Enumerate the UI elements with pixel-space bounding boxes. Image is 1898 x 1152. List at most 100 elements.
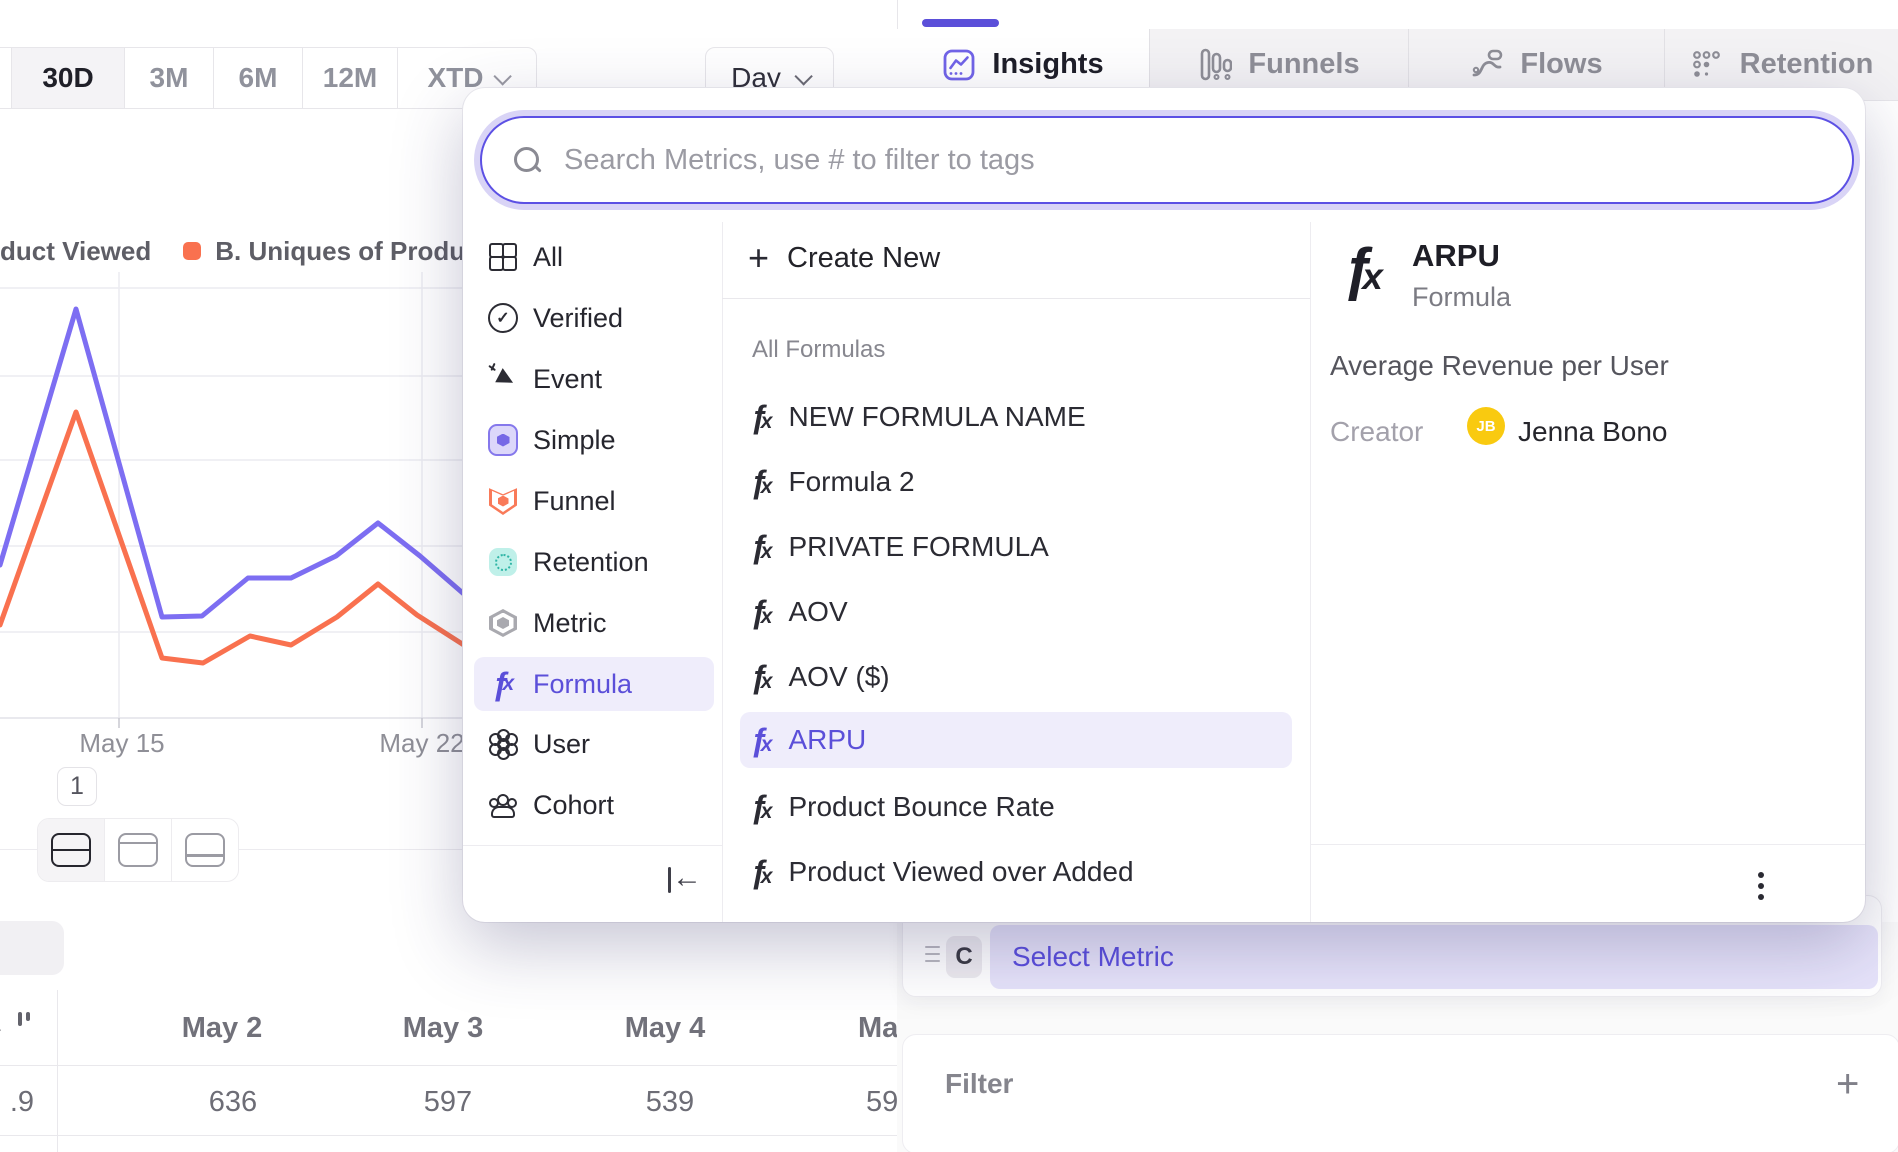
category-label: Verified: [533, 303, 623, 334]
sidebar-item-verified[interactable]: ✓ Verified: [474, 291, 714, 345]
sidebar-item-metric[interactable]: Metric: [474, 596, 714, 650]
fx-icon: ƒx: [750, 789, 772, 826]
formula-item[interactable]: ƒx PRIVATE FORMULA: [740, 519, 1292, 575]
retention-icon: [1690, 48, 1724, 82]
formula-label: AOV: [788, 596, 847, 628]
page-number-button[interactable]: 1: [57, 767, 97, 806]
sort-descending-icon[interactable]: ↓: [0, 1004, 48, 1048]
tab-label: Retention: [1740, 48, 1874, 81]
table-header-may2[interactable]: May 2: [182, 1012, 263, 1045]
create-new-label: Create New: [787, 242, 940, 275]
category-label: Metric: [533, 608, 607, 639]
app-window: 30D 3M 6M 12M XTD Day Insights: [0, 0, 1898, 1152]
x-tick-may-15: May 15: [79, 728, 164, 758]
fx-icon: ƒx: [750, 594, 772, 631]
search-placeholder: Search Metrics, use # to filter to tags: [564, 144, 1035, 177]
badge-check-icon: ✓: [488, 303, 518, 333]
fx-icon: ƒx: [750, 854, 772, 891]
retention-shape-icon: [488, 547, 518, 577]
simple-icon: [488, 425, 518, 455]
series-product-viewed-line[interactable]: [0, 309, 465, 617]
collapse-sidebar-icon[interactable]: ←: [668, 864, 708, 898]
tab-label: Flows: [1520, 48, 1602, 81]
formula-item-selected[interactable]: ƒx ARPU: [740, 712, 1292, 768]
table-header-may4[interactable]: May 4: [625, 1012, 706, 1045]
sidebar-item-funnel[interactable]: Funnel: [474, 474, 714, 528]
sidebar-item-all[interactable]: All: [474, 230, 714, 284]
plus-icon: +: [748, 237, 769, 279]
formula-label: PRIVATE FORMULA: [788, 531, 1048, 563]
category-label: User: [533, 729, 590, 760]
clause-letter-badge[interactable]: C: [946, 936, 982, 978]
table-cell-clipped: .9: [0, 1086, 34, 1119]
funnel-icon: [488, 486, 518, 516]
flows-icon: [1470, 48, 1504, 82]
layout-split-view-button[interactable]: [38, 819, 104, 881]
sidebar-item-user[interactable]: User: [474, 717, 714, 771]
layout-chart-view-button[interactable]: [104, 819, 171, 881]
category-label: Retention: [533, 547, 649, 578]
table-cell: 597: [424, 1086, 472, 1119]
sidebar-item-event[interactable]: Event: [474, 352, 714, 406]
search-icon: [514, 147, 540, 173]
detail-title: ARPU: [1412, 238, 1500, 274]
metric-search-input[interactable]: Search Metrics, use # to filter to tags: [480, 116, 1854, 204]
layout-switcher: [37, 818, 239, 882]
formula-item[interactable]: ƒx Product Viewed over Added: [740, 844, 1292, 900]
create-new-button[interactable]: + Create New: [740, 232, 1280, 284]
detail-footer-divider: [1311, 844, 1865, 845]
tab-label: Funnels: [1248, 48, 1359, 81]
formula-item[interactable]: ƒx Product Bounce Rate: [740, 779, 1292, 835]
section-header: All Formulas: [752, 336, 885, 364]
formula-item[interactable]: ƒx Formula 2: [740, 454, 1292, 510]
sidebar-item-simple[interactable]: Simple: [474, 413, 714, 467]
formula-label: AOV ($): [788, 661, 889, 693]
formula-item[interactable]: ƒx AOV: [740, 584, 1292, 640]
sidebar-item-formula[interactable]: ƒx Formula: [474, 657, 714, 711]
table-row-divider: [0, 1135, 903, 1136]
creator-label: Creator: [1330, 416, 1423, 448]
modal-divider-left: [722, 222, 723, 922]
table-header-divider: [0, 1065, 903, 1066]
cohort-people-icon: [488, 790, 518, 820]
table-cell-clipped-right: 59: [866, 1086, 898, 1119]
fx-icon: ƒx: [750, 659, 772, 696]
category-label: Cohort: [533, 790, 614, 821]
formula-label: Product Viewed over Added: [788, 856, 1133, 888]
category-label: Simple: [533, 425, 616, 456]
layout-table-view-button[interactable]: [171, 819, 238, 881]
split-view-icon: [51, 833, 91, 867]
formula-item[interactable]: ƒx AOV ($): [740, 649, 1292, 705]
detail-type: Formula: [1412, 282, 1511, 313]
insights-icon: [942, 48, 976, 82]
detail-description: Average Revenue per User: [1330, 350, 1669, 382]
modal-divider-right: [1310, 222, 1311, 922]
table-view-icon: [185, 833, 225, 867]
formula-label: Formula 2: [788, 466, 914, 498]
add-filter-button[interactable]: +: [1836, 1062, 1859, 1107]
table-header-may3[interactable]: May 3: [403, 1012, 484, 1045]
formula-label: ARPU: [788, 724, 866, 756]
table-cell: 539: [646, 1086, 694, 1119]
sidebar-item-cohort[interactable]: Cohort: [474, 778, 714, 832]
tab-label: Insights: [992, 48, 1103, 81]
drag-handle-icon[interactable]: [925, 946, 940, 968]
cursor-event-icon: [488, 364, 518, 394]
funnels-icon: [1198, 48, 1232, 82]
avatar: JB: [1467, 407, 1505, 445]
category-label: Formula: [533, 669, 632, 700]
more-options-icon[interactable]: [1758, 872, 1766, 908]
fx-icon: ƒx: [750, 399, 772, 436]
fx-icon: ƒx: [750, 464, 772, 501]
table-corner-cell-highlight: [0, 921, 64, 975]
filter-section-card: [902, 1034, 1898, 1152]
sidebar-footer-divider: [463, 845, 722, 846]
select-metric-label: Select Metric: [1012, 941, 1174, 973]
creator-name: Jenna Bono: [1518, 416, 1667, 448]
grid-icon: [488, 242, 518, 272]
sidebar-item-retention[interactable]: Retention: [474, 535, 714, 589]
formula-item[interactable]: ƒx NEW FORMULA NAME: [740, 389, 1292, 445]
formula-fx-icon: ƒx: [488, 669, 518, 699]
select-metric-button[interactable]: Select Metric: [990, 925, 1878, 989]
metric-hexagon-icon: [488, 608, 518, 638]
